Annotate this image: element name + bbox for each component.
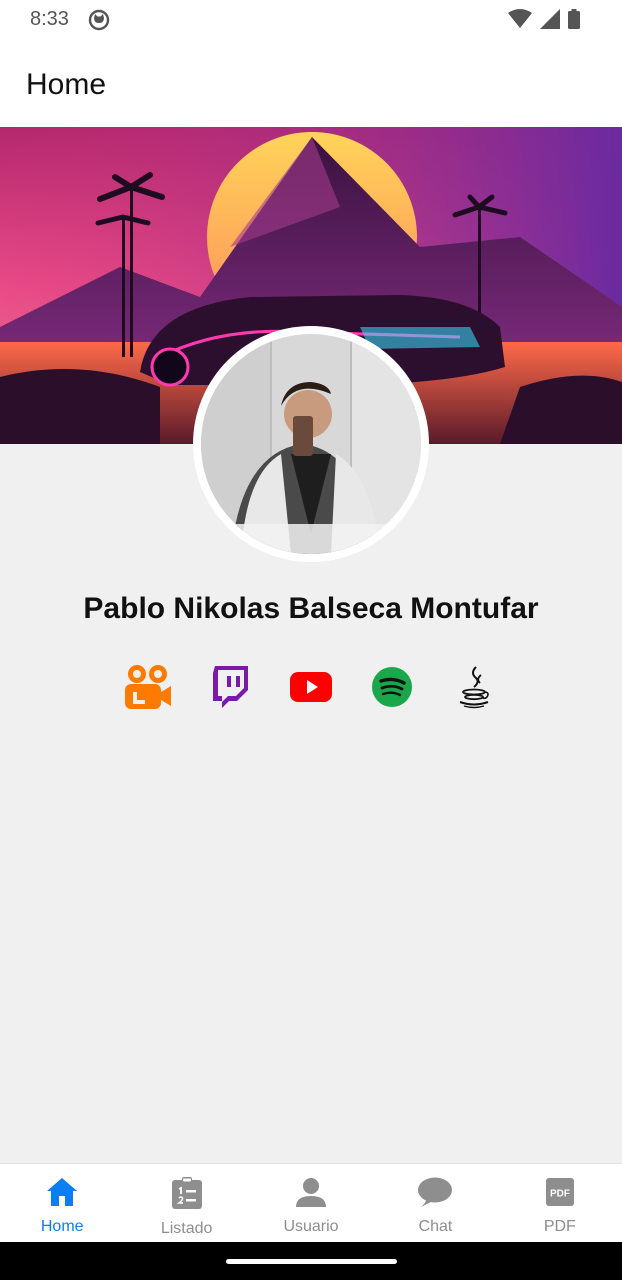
status-icons	[508, 9, 580, 34]
bottom-navigation: Home Listado Usuario Chat PDF PDF	[0, 1163, 622, 1242]
tab-pdf[interactable]: PDF PDF	[498, 1164, 622, 1242]
youtube-icon[interactable]	[286, 662, 336, 712]
pdf-icon: PDF	[545, 1177, 575, 1212]
tab-pdf-label: PDF	[543, 1218, 576, 1235]
kuaishou-icon[interactable]	[123, 662, 173, 712]
svg-text:PDF: PDF	[550, 1189, 570, 1200]
profile-name: Pablo Nikolas Balseca Montufar	[83, 592, 539, 625]
clipboard-list-icon	[171, 1177, 202, 1214]
home-icon	[46, 1177, 78, 1212]
github-icon	[88, 9, 110, 36]
chat-bubble-icon	[417, 1177, 453, 1212]
status-time: 8:33	[30, 8, 69, 30]
tab-home[interactable]: Home	[0, 1164, 124, 1242]
signal-icon	[540, 9, 560, 34]
tab-chat[interactable]: Chat	[373, 1164, 497, 1242]
twitch-icon[interactable]	[205, 662, 255, 712]
home-gesture-handle[interactable]	[226, 1259, 397, 1264]
tab-home-label: Home	[40, 1218, 84, 1235]
battery-icon	[568, 9, 580, 34]
page-title: Home	[26, 68, 107, 101]
tab-listado-label: Listado	[160, 1220, 213, 1237]
app-bar: Home	[0, 40, 622, 127]
tab-usuario[interactable]: Usuario	[249, 1164, 373, 1242]
avatar[interactable]	[201, 334, 421, 554]
tab-usuario-label: Usuario	[283, 1218, 339, 1235]
user-icon	[296, 1177, 327, 1212]
wifi-icon	[508, 9, 532, 34]
java-icon[interactable]	[449, 662, 499, 712]
system-navigation-bar	[0, 1242, 622, 1280]
tab-chat-label: Chat	[418, 1218, 453, 1235]
status-bar: 8:33	[0, 0, 622, 40]
social-links	[0, 662, 622, 712]
spotify-icon[interactable]	[367, 662, 417, 712]
tab-listado[interactable]: Listado	[124, 1164, 248, 1242]
